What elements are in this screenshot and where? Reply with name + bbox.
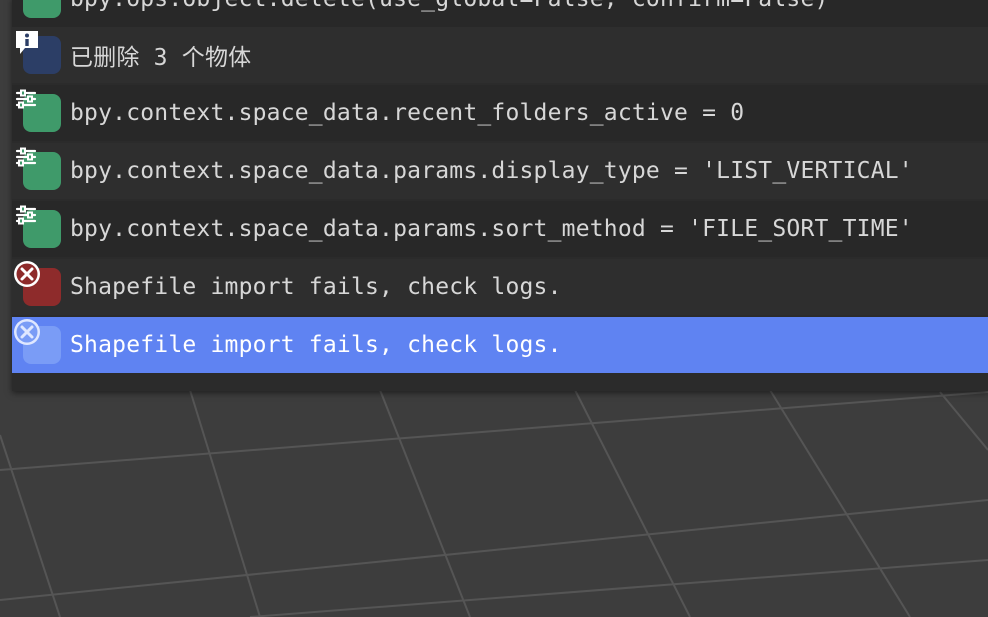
log-row[interactable]: Shapefile import fails, check logs. xyxy=(12,259,988,315)
log-row[interactable]: bpy.context.space_data.params.sort_metho… xyxy=(12,201,988,257)
log-message: bpy.context.space_data.params.sort_metho… xyxy=(70,216,913,242)
property-icon xyxy=(15,147,61,190)
log-message: bpy.context.space_data.recent_folders_ac… xyxy=(70,100,745,126)
log-message: Shapefile import fails, check logs. xyxy=(70,332,562,358)
error-icon xyxy=(14,319,61,364)
error-icon xyxy=(14,261,61,306)
log-message: bpy.ops.object.delete(use_global=False, … xyxy=(70,0,829,12)
info-report-panel: bpy.ops.object.delete(use_global=False, … xyxy=(12,0,988,391)
property-icon xyxy=(23,0,61,18)
log-message: Shapefile import fails, check logs. xyxy=(70,274,562,300)
log-row-selected[interactable]: Shapefile import fails, check logs. xyxy=(12,317,988,373)
property-icon xyxy=(15,89,61,132)
log-row[interactable]: bpy.ops.object.delete(use_global=False, … xyxy=(12,0,988,27)
property-icon xyxy=(15,205,61,248)
info-icon xyxy=(16,31,61,74)
3d-viewport[interactable]: bpy.ops.object.delete(use_global=False, … xyxy=(0,0,988,617)
log-row[interactable]: bpy.context.space_data.params.display_ty… xyxy=(12,143,988,199)
log-message: 已删除 3 个物体 xyxy=(70,45,252,71)
log-message: bpy.context.space_data.params.display_ty… xyxy=(70,158,913,184)
log-row[interactable]: bpy.context.space_data.recent_folders_ac… xyxy=(12,85,988,141)
log-row[interactable]: 已删除 3 个物体 xyxy=(12,27,988,83)
